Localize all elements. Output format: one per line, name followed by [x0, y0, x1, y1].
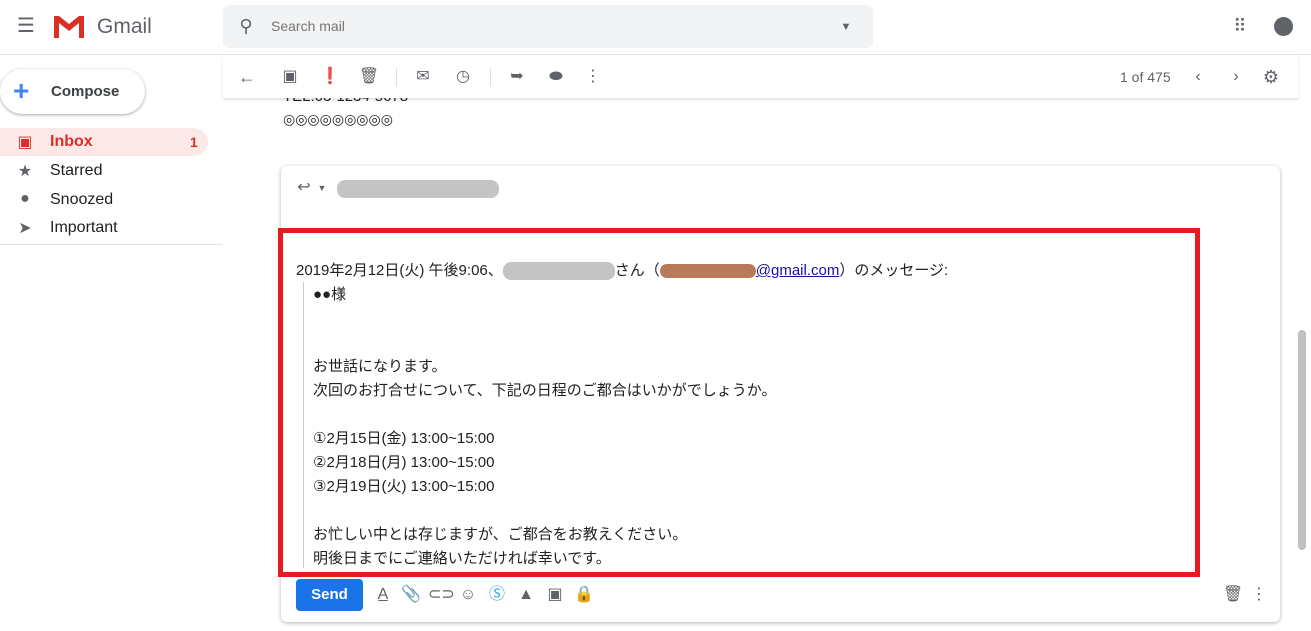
- quote-san: さん（: [614, 262, 660, 279]
- photo-icon[interactable]: ▣: [544, 585, 566, 605]
- star-icon: ★: [17, 163, 33, 180]
- snooze-icon[interactable]: ◷: [452, 67, 474, 87]
- attach-icon[interactable]: 📎: [400, 585, 422, 605]
- emoji-icon[interactable]: ☺: [457, 585, 479, 605]
- sidebar-item-label: Starred: [50, 162, 103, 179]
- label-icon[interactable]: ⬬: [545, 67, 567, 87]
- sidebar-item-inbox[interactable]: ▣ Inbox 1: [0, 128, 208, 156]
- pagination-text: 1 of 475: [1120, 69, 1171, 85]
- reply-type-dropdown-icon[interactable]: ▼: [311, 178, 333, 198]
- body-line: お忙しい中とは存じますが、ご都合をお教えください。: [313, 526, 688, 543]
- sidebar-item-important[interactable]: ➤ Important: [0, 214, 208, 242]
- newer-icon[interactable]: ‹: [1187, 67, 1209, 87]
- quote-suffix: ）のメッセージ:: [839, 262, 949, 279]
- clock-icon: ●: [20, 190, 30, 207]
- sidebar-item-starred[interactable]: ★ Starred: [0, 157, 208, 185]
- body-line: ③2月19日(火) 13:00~15:00: [313, 478, 495, 495]
- skype-icon[interactable]: Ⓢ: [486, 585, 508, 605]
- send-button[interactable]: Send: [296, 579, 363, 611]
- compose-label: Compose: [51, 83, 120, 100]
- sidebar-item-label: Inbox: [50, 133, 93, 150]
- plus-icon: +: [13, 75, 30, 106]
- top-bar: ☰ Gmail ⚲ Search mail ▼ ⠿: [0, 0, 1311, 55]
- formatting-icon[interactable]: A̲: [372, 585, 394, 605]
- body-line: 次回のお打合せについて、下記の日程のご都合はいかがでしょうか。: [313, 382, 777, 399]
- redacted-sender-name: [502, 262, 615, 281]
- scrollbar-thumb[interactable]: [1298, 330, 1306, 550]
- more-icon[interactable]: ⋮: [582, 67, 604, 87]
- redacted-email-user: [659, 264, 756, 279]
- sidebar-item-label: Snoozed: [50, 191, 114, 208]
- report-spam-icon[interactable]: ❗: [319, 67, 341, 87]
- search-placeholder: Search mail: [271, 18, 345, 34]
- quote-date: 2019年2月12日(火) 午後9:06、: [296, 262, 503, 279]
- inbox-icon: ▣: [17, 134, 33, 151]
- body-line: ①2月15日(金) 13:00~15:00: [313, 430, 495, 447]
- apps-grid-icon[interactable]: ⠿: [1229, 16, 1251, 36]
- mark-unread-icon[interactable]: ✉: [412, 67, 434, 87]
- message-symbols-line: ◎◎◎◎◎◎◎◎◎: [283, 111, 393, 127]
- important-icon: ➤: [18, 220, 32, 237]
- toolbar-divider: [396, 68, 397, 86]
- toolbar-divider: [490, 68, 491, 86]
- compose-button[interactable]: + Compose: [0, 69, 145, 114]
- body-line: お世話になります。: [313, 358, 447, 375]
- confidential-mode-icon[interactable]: 🔒: [573, 585, 595, 605]
- search-icon[interactable]: ⚲: [235, 16, 257, 36]
- account-avatar[interactable]: [1274, 17, 1293, 36]
- settings-gear-icon[interactable]: ⚙: [1260, 67, 1282, 87]
- app-name: Gmail: [97, 15, 152, 38]
- search-options-icon[interactable]: ▼: [835, 17, 857, 37]
- discard-draft-icon[interactable]: 🗑: [1222, 585, 1244, 605]
- delete-icon[interactable]: 🗑: [358, 67, 380, 87]
- quote-header: 2019年2月12日(火) 午後9:06、 さん（ @gmail.com）のメッセー…: [296, 259, 949, 281]
- sidebar-item-label: Important: [50, 219, 118, 236]
- sidebar-item-snoozed[interactable]: ● Snoozed: [0, 186, 208, 214]
- sidebar-divider: [0, 244, 222, 245]
- main-menu-icon[interactable]: ☰: [15, 16, 37, 36]
- body-line: 明後日までにご連絡いただければ幸いです。: [313, 550, 611, 567]
- sender-email-link[interactable]: @gmail.com: [756, 262, 840, 279]
- back-icon[interactable]: ←: [236, 67, 258, 87]
- redacted-recipient[interactable]: [337, 180, 499, 198]
- archive-icon[interactable]: ▣: [279, 67, 301, 87]
- link-icon[interactable]: ⊂⊃: [428, 585, 455, 605]
- body-line: ②2月18日(月) 13:00~15:00: [313, 454, 495, 471]
- unread-count: 1: [190, 134, 198, 150]
- move-to-icon[interactable]: ➥: [506, 67, 528, 87]
- message-toolbar: ← ▣ ❗ 🗑 ✉ ◷ ➥ ⬬ ⋮ 1 of 475 ‹ › ⚙: [223, 56, 1298, 98]
- drive-icon[interactable]: ▲: [515, 585, 537, 605]
- gmail-logo: [54, 16, 84, 38]
- body-line: ●●様: [313, 286, 347, 303]
- older-icon[interactable]: ›: [1225, 67, 1247, 87]
- more-options-icon[interactable]: ⋮: [1248, 585, 1270, 605]
- search-input[interactable]: ⚲ Search mail ▼: [223, 5, 873, 48]
- quote-bar: [303, 282, 304, 568]
